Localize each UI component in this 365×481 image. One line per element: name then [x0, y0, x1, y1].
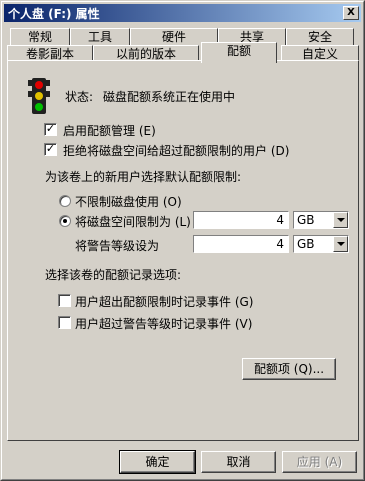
log-exceed-limit-checkbox[interactable]	[58, 294, 71, 307]
tab-quota[interactable]: 配额	[201, 42, 277, 63]
close-button[interactable]: X	[343, 6, 359, 20]
tab-label: 工具	[87, 30, 112, 44]
limit-value-input[interactable]: 4	[193, 211, 289, 229]
limit-unit-select[interactable]: GB	[293, 211, 349, 229]
tab-label: 常规	[27, 30, 52, 44]
deny-space-checkbox[interactable]: ✓	[44, 143, 57, 156]
traffic-light-icon	[28, 78, 50, 114]
enable-quota-checkbox[interactable]: ✓	[44, 123, 57, 136]
tab-label: 以前的版本	[115, 47, 176, 61]
log-options-heading: 选择该卷的配额记录选项:	[45, 268, 182, 282]
properties-window: 个人盘 (F:) 属性 X 常规 工具 硬件 共享 安全 卷影副本 以前的版本 …	[0, 0, 365, 481]
chevron-down-icon[interactable]	[333, 236, 348, 252]
no-limit-label[interactable]: 不限制磁盘使用 (O)	[75, 193, 182, 210]
deny-space-label[interactable]: 拒绝将磁盘空间给超过配额限制的用户 (D)	[63, 142, 289, 159]
no-limit-radio[interactable]	[59, 195, 71, 207]
close-icon: X	[347, 7, 355, 18]
log-exceed-limit-label[interactable]: 用户超出配额限制时记录事件 (G)	[75, 293, 253, 310]
warning-value-input[interactable]: 4	[193, 235, 289, 253]
limit-disk-label[interactable]: 将磁盘空间限制为 (L)	[75, 213, 191, 230]
quota-panel: 状态: 磁盘配额系统正在使用中 ✓ 启用配额管理 (E) ✓ 拒绝将磁盘空间给超…	[7, 60, 359, 441]
tab-label: 卷影副本	[25, 47, 74, 61]
warning-unit-select[interactable]: GB	[293, 235, 349, 253]
tab-label: 硬件	[161, 30, 186, 44]
limit-disk-radio[interactable]	[59, 215, 71, 227]
window-title: 个人盘 (F:) 属性	[8, 7, 100, 21]
quota-entries-button[interactable]: 配额项 (Q)...	[242, 358, 336, 380]
default-limit-heading: 为该卷上的新用户选择默认配额限制:	[45, 170, 242, 184]
warning-level-label: 将警告等级设为	[75, 239, 160, 253]
limit-unit-value: GB	[297, 213, 315, 227]
tab-label: 安全	[307, 30, 332, 44]
enable-quota-label[interactable]: 启用配额管理 (E)	[63, 122, 156, 139]
chevron-down-icon[interactable]	[333, 212, 348, 228]
log-exceed-warning-checkbox[interactable]	[58, 316, 71, 329]
apply-button[interactable]: 应用 (A)	[282, 451, 357, 473]
tab-tools[interactable]: 工具	[70, 28, 130, 46]
log-exceed-warning-label[interactable]: 用户超过警告等级时记录事件 (V)	[75, 315, 252, 332]
status-text: 磁盘配额系统正在使用中	[103, 90, 236, 104]
title-bar[interactable]: 个人盘 (F:) 属性 X	[4, 4, 361, 22]
ok-button[interactable]: 确定	[119, 450, 196, 474]
tab-label: 配额	[226, 44, 251, 58]
radio-dot	[63, 219, 67, 223]
check-icon: ✓	[45, 122, 56, 135]
tab-general[interactable]: 常规	[10, 28, 70, 46]
status-label: 状态:	[65, 90, 94, 104]
check-icon: ✓	[45, 142, 56, 155]
cancel-button[interactable]: 取消	[201, 451, 276, 473]
tab-label: 自定义	[301, 47, 338, 61]
tab-security[interactable]: 安全	[286, 28, 354, 46]
warning-unit-value: GB	[297, 237, 315, 251]
